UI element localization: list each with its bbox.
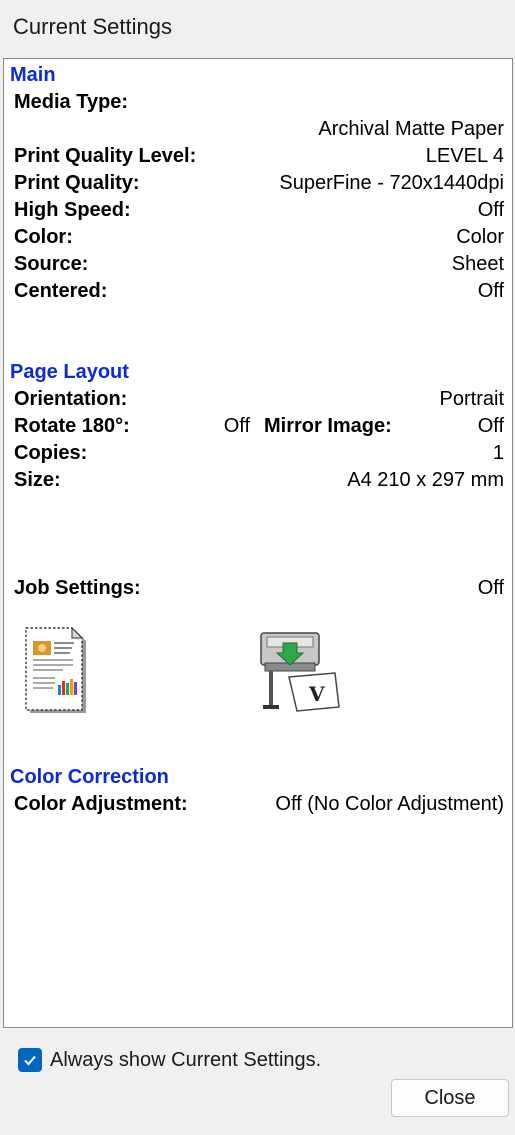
section-title-color-correction: Color Correction: [10, 766, 169, 788]
source-label: Source:: [14, 253, 89, 275]
rotate-value: Off: [223, 415, 250, 437]
always-show-label[interactable]: Always show Current Settings.: [50, 1049, 321, 1072]
document-preview-icon: [24, 626, 90, 717]
rotate-label: Rotate 180°:: [14, 415, 130, 437]
size-label: Size:: [14, 469, 61, 491]
always-show-checkbox[interactable]: [18, 1048, 42, 1072]
mirror-image-label: Mirror Image:: [264, 415, 392, 437]
color-value: Color: [456, 226, 504, 248]
printer-icon: V: [259, 627, 341, 715]
size-value: A4 210 x 297 mm: [347, 469, 504, 491]
section-title-main: Main: [10, 64, 56, 86]
close-button[interactable]: Close: [391, 1079, 509, 1117]
checkmark-icon: [24, 1055, 36, 1066]
copies-value: 1: [492, 442, 504, 464]
section-title-page-layout: Page Layout: [10, 361, 129, 383]
orientation-value: Portrait: [439, 388, 504, 410]
print-quality-value: SuperFine - 720x1440dpi: [279, 172, 504, 194]
orientation-label: Orientation:: [14, 388, 128, 410]
high-speed-label: High Speed:: [14, 199, 131, 221]
job-settings-label: Job Settings:: [14, 577, 141, 599]
centered-value: Off: [477, 280, 504, 302]
window-title: Current Settings: [13, 14, 172, 39]
settings-panel: Main Media Type: Archival Matte Paper Pr…: [3, 58, 513, 1028]
print-quality-level-value: LEVEL 4: [425, 145, 504, 167]
media-type-label: Media Type:: [14, 91, 129, 113]
color-adjustment-value: Off (No Color Adjustment): [275, 793, 504, 815]
color-label: Color:: [14, 226, 73, 248]
high-speed-value: Off: [477, 199, 504, 221]
job-settings-value: Off: [477, 577, 504, 599]
print-quality-label: Print Quality:: [14, 172, 140, 194]
copies-label: Copies:: [14, 442, 88, 464]
svg-text:V: V: [308, 682, 325, 706]
source-value: Sheet: [451, 253, 504, 275]
mirror-image-value: Off: [477, 415, 504, 437]
media-type-value: Archival Matte Paper: [318, 118, 504, 140]
print-quality-level-label: Print Quality Level:: [14, 145, 197, 167]
color-adjustment-label: Color Adjustment:: [14, 793, 188, 815]
centered-label: Centered:: [14, 280, 108, 302]
